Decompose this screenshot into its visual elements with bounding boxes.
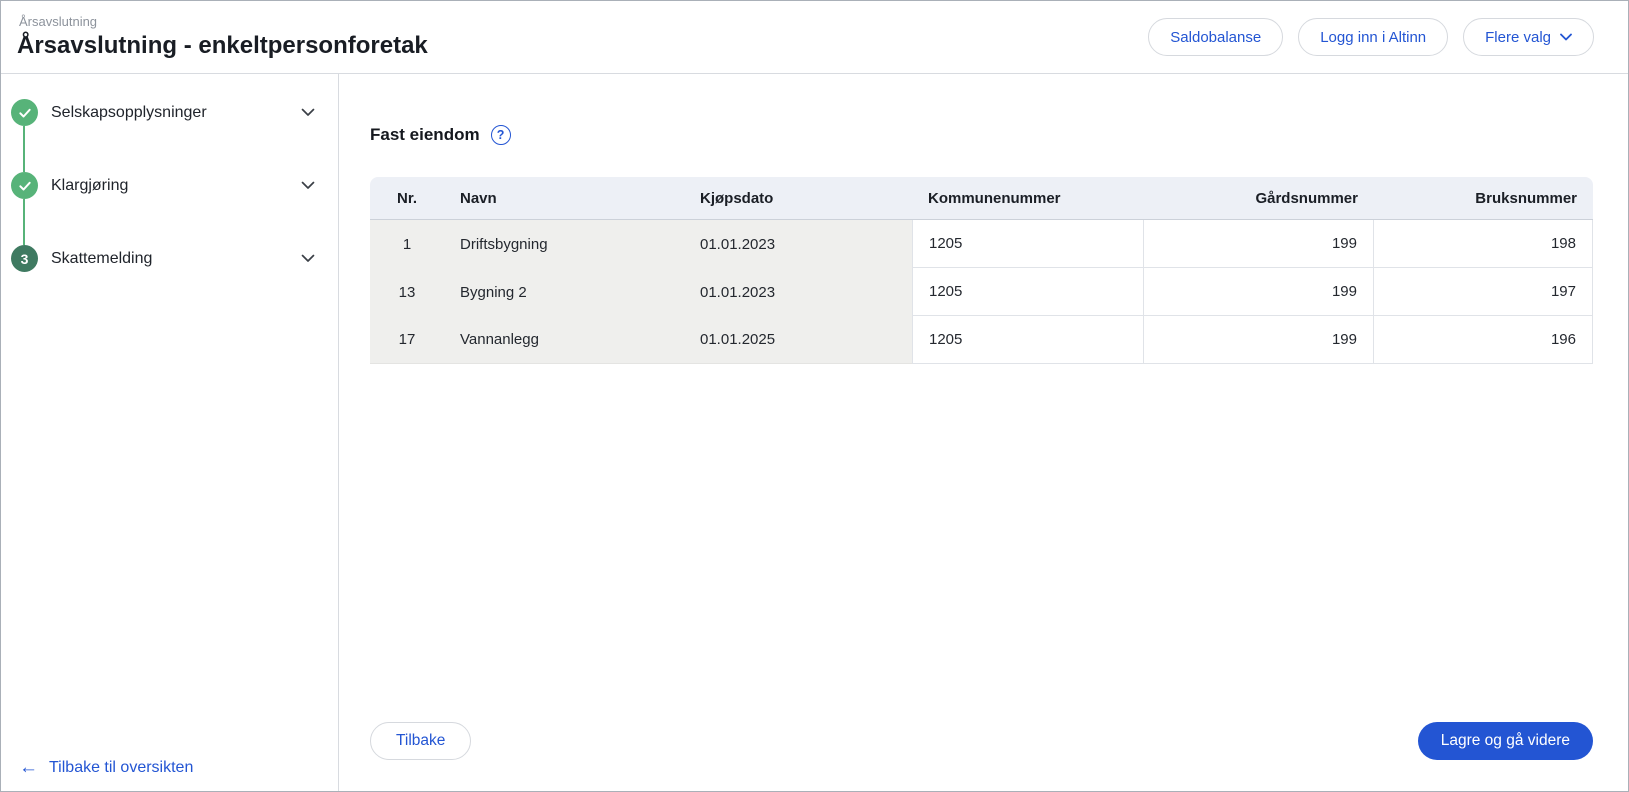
cell-kommunenummer[interactable]: 1205 — [912, 220, 1144, 268]
cell-gardsnummer[interactable]: 199 — [1144, 268, 1374, 316]
sidebar-step-selskapsopplysninger[interactable]: Selskapsopplysninger — [1, 99, 338, 126]
step-label: Skattemelding — [51, 250, 301, 268]
saldobalanse-button[interactable]: Saldobalanse — [1148, 18, 1283, 56]
sidebar-step-klargjoring[interactable]: Klargjøring — [1, 172, 338, 199]
column-header-kommunenummer: Kommunenummer — [912, 177, 1144, 220]
column-header-navn: Navn — [444, 177, 684, 220]
app-window: Årsavslutning Årsavslutning - enkeltpers… — [0, 0, 1629, 792]
fast-eiendom-table: Nr.NavnKjøpsdatoKommunenummerGårdsnummer… — [370, 177, 1593, 364]
table-body: 1Driftsbygning01.01.2023120519919813Bygn… — [370, 220, 1593, 364]
cell-kjopsdato: 01.01.2025 — [684, 316, 912, 364]
cell-nr: 13 — [370, 268, 444, 316]
table-header-row: Nr.NavnKjøpsdatoKommunenummerGårdsnummer… — [370, 177, 1593, 220]
column-header-gardsnummer: Gårdsnummer — [1144, 177, 1374, 220]
table-row: 1Driftsbygning01.01.20231205199198 — [370, 220, 1593, 268]
column-header-nr: Nr. — [370, 177, 444, 220]
chevron-down-icon[interactable] — [301, 181, 315, 190]
tilbake-button[interactable]: Tilbake — [370, 722, 471, 760]
section-title: Fast eiendom — [370, 125, 480, 145]
page-title: Årsavslutning - enkeltpersonforetak — [17, 32, 428, 60]
top-bar: Årsavslutning Årsavslutning - enkeltpers… — [1, 1, 1628, 74]
flere-valg-label: Flere valg — [1485, 29, 1551, 46]
chevron-down-icon[interactable] — [301, 108, 315, 117]
back-to-overview-label: Tilbake til oversikten — [49, 759, 193, 777]
cell-bruksnummer[interactable]: 198 — [1374, 220, 1593, 268]
logg-inn-altinn-label: Logg inn i Altinn — [1320, 29, 1426, 46]
cell-navn: Bygning 2 — [444, 268, 684, 316]
sidebar-step-skattemelding[interactable]: 3 Skattemelding — [1, 245, 338, 272]
cell-navn: Driftsbygning — [444, 220, 684, 268]
topbar-actions: Saldobalanse Logg inn i Altinn Flere val… — [1148, 18, 1594, 56]
saldobalanse-label: Saldobalanse — [1170, 29, 1261, 46]
cell-bruksnummer[interactable]: 197 — [1374, 268, 1593, 316]
arrow-left-icon: ← — [19, 758, 38, 777]
flere-valg-button[interactable]: Flere valg — [1463, 18, 1594, 56]
step-sidebar: Selskapsopplysninger Klargjøring 3 Skatt… — [1, 74, 339, 791]
table-row: 13Bygning 201.01.20231205199197 — [370, 268, 1593, 316]
cell-kjopsdato: 01.01.2023 — [684, 220, 912, 268]
cell-nr: 17 — [370, 316, 444, 364]
cell-nr: 1 — [370, 220, 444, 268]
cell-gardsnummer[interactable]: 199 — [1144, 316, 1374, 364]
table-row: 17Vannanlegg01.01.20251205199196 — [370, 316, 1593, 364]
chevron-down-icon — [1560, 33, 1572, 41]
back-to-overview-link[interactable]: ← Tilbake til oversikten — [19, 758, 193, 777]
title-block: Årsavslutning Årsavslutning - enkeltpers… — [17, 14, 428, 60]
step-number-badge: 3 — [11, 245, 38, 272]
cell-gardsnummer[interactable]: 199 — [1144, 220, 1374, 268]
column-header-bruksnummer: Bruksnummer — [1374, 177, 1593, 220]
chevron-down-icon[interactable] — [301, 254, 315, 263]
step-label: Selskapsopplysninger — [51, 104, 301, 122]
step-completed-check-icon — [11, 172, 38, 199]
step-label: Klargjøring — [51, 177, 301, 195]
step-connector — [23, 199, 25, 245]
cell-kjopsdato: 01.01.2023 — [684, 268, 912, 316]
column-header-kjopsdato: Kjøpsdato — [684, 177, 912, 220]
lagre-og-ga-videre-button[interactable]: Lagre og gå videre — [1418, 722, 1593, 760]
main-content: Fast eiendom ? Nr.NavnKjøpsdatoKommunenu… — [339, 74, 1628, 791]
cell-bruksnummer[interactable]: 196 — [1374, 316, 1593, 364]
cell-kommunenummer[interactable]: 1205 — [912, 316, 1144, 364]
breadcrumb: Årsavslutning — [19, 14, 428, 29]
step-connector — [23, 126, 25, 172]
logg-inn-altinn-button[interactable]: Logg inn i Altinn — [1298, 18, 1448, 56]
cell-kommunenummer[interactable]: 1205 — [912, 268, 1144, 316]
help-icon[interactable]: ? — [491, 125, 511, 145]
cell-navn: Vannanlegg — [444, 316, 684, 364]
step-completed-check-icon — [11, 99, 38, 126]
footer-actions: Tilbake Lagre og gå videre — [370, 722, 1593, 760]
